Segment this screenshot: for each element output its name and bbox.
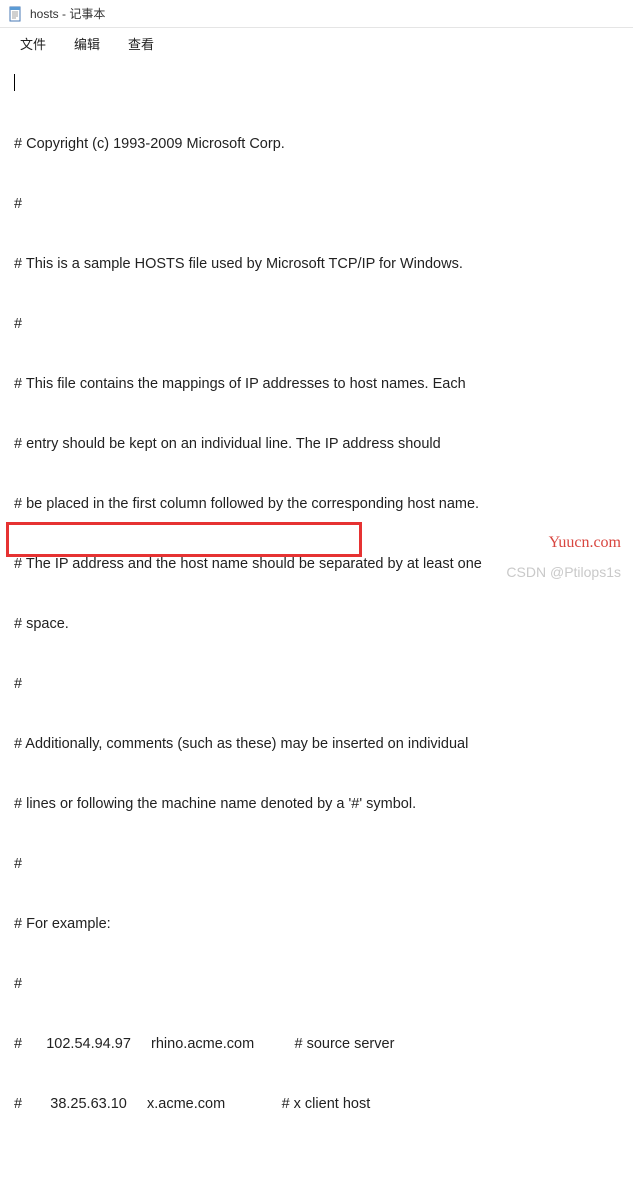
editor-line: # lines or following the machine name de… (14, 794, 619, 814)
editor-line: # (14, 974, 619, 994)
titlebar: hosts - 记事本 (0, 0, 633, 28)
menubar: 文件 编辑 查看 (0, 28, 633, 58)
editor-line: # space. (14, 614, 619, 634)
editor-line: # (14, 314, 619, 334)
text-editor[interactable]: # Copyright (c) 1993-2009 Microsoft Corp… (0, 58, 633, 1188)
menu-file[interactable]: 文件 (8, 30, 58, 57)
editor-line: # (14, 854, 619, 874)
editor-line: # entry should be kept on an individual … (14, 434, 619, 454)
editor-line: # For example: (14, 914, 619, 934)
watermark-credit: CSDN @Ptilops1s (506, 564, 621, 580)
menu-edit[interactable]: 编辑 (62, 30, 112, 57)
watermark-brand: Yuucn.com (549, 534, 621, 552)
editor-line: # This is a sample HOSTS file used by Mi… (14, 254, 619, 274)
editor-line: # This file contains the mappings of IP … (14, 374, 619, 394)
editor-line: # 38.25.63.10 x.acme.com # x client host (14, 1094, 619, 1114)
notepad-icon (8, 6, 24, 22)
menu-view[interactable]: 查看 (116, 30, 166, 57)
editor-line: # Additionally, comments (such as these)… (14, 734, 619, 754)
editor-line: # (14, 674, 619, 694)
text-cursor (14, 74, 15, 91)
editor-line: # 102.54.94.97 rhino.acme.com # source s… (14, 1034, 619, 1054)
window-title: hosts - 记事本 (30, 5, 105, 22)
editor-line: # Copyright (c) 1993-2009 Microsoft Corp… (14, 134, 619, 154)
editor-line: # (14, 194, 619, 214)
editor-line: # be placed in the first column followed… (14, 494, 619, 514)
